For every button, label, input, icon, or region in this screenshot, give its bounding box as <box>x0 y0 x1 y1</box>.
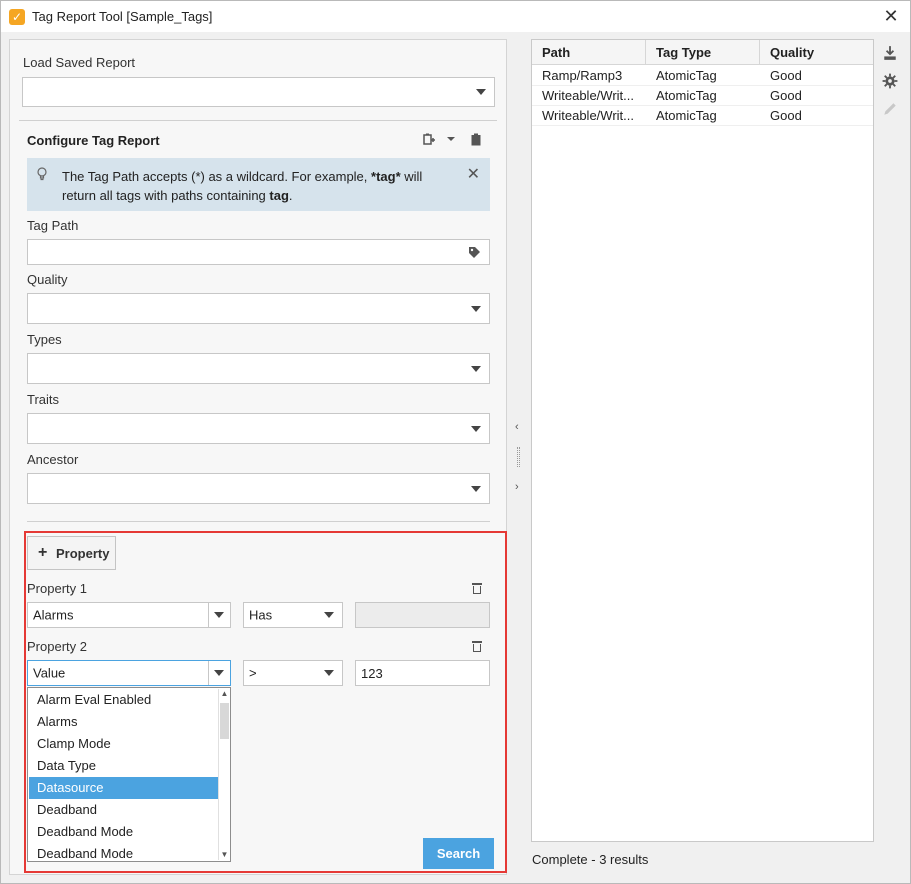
config-panel: Load Saved Report Configure Tag Report T… <box>9 39 507 875</box>
chevron-down-icon <box>471 425 481 432</box>
divider <box>19 120 497 121</box>
side-toolbar <box>878 39 902 129</box>
clipboard-icon[interactable] <box>471 133 481 146</box>
cell-quality: Good <box>770 68 802 83</box>
search-button[interactable]: Search <box>423 838 494 869</box>
tag-path-input[interactable] <box>27 239 490 265</box>
chevron-down-icon <box>214 670 224 676</box>
chevron-down-icon <box>471 305 481 312</box>
dropdown-option[interactable]: Deadband Mode <box>29 843 219 865</box>
cell-tag-type: AtomicTag <box>656 68 717 83</box>
divider <box>27 521 490 522</box>
paste-add-icon[interactable] <box>423 133 435 146</box>
trash-icon[interactable] <box>472 582 482 594</box>
splitter-grip[interactable] <box>517 447 520 467</box>
scroll-thumb[interactable] <box>220 703 229 739</box>
table-row[interactable]: Ramp/Ramp3 AtomicTag Good <box>532 66 873 86</box>
results-header: Path Tag Type Quality <box>532 40 873 65</box>
cell-tag-type: AtomicTag <box>656 88 717 103</box>
cell-path: Writeable/Writ... <box>542 88 634 103</box>
close-icon[interactable]: ✕ <box>880 5 902 27</box>
scroll-up-icon[interactable]: ▲ <box>220 689 229 699</box>
pencil-icon[interactable] <box>882 101 898 117</box>
title-bar: ✓ Tag Report Tool [Sample_Tags] ✕ <box>1 1 910 32</box>
results-table: Path Tag Type Quality Ramp/Ramp3 AtomicT… <box>531 39 874 842</box>
chevron-down-icon <box>471 365 481 372</box>
cell-quality: Good <box>770 88 802 103</box>
scroll-down-icon[interactable]: ▼ <box>220 850 229 860</box>
types-label: Types <box>27 332 62 347</box>
chevron-down-icon <box>471 485 481 492</box>
window-title: Tag Report Tool [Sample_Tags] <box>32 9 213 24</box>
chevron-down-icon <box>476 89 486 95</box>
property-1-operator-select[interactable]: Has <box>243 602 343 628</box>
ancestor-select[interactable] <box>27 473 490 504</box>
dropdown-button[interactable] <box>208 661 230 685</box>
load-saved-select[interactable] <box>22 77 495 107</box>
chevron-right-icon[interactable]: › <box>515 481 519 493</box>
property-2-label: Property 2 <box>27 639 87 654</box>
dropdown-scrollbar[interactable]: ▲ ▼ <box>218 689 229 860</box>
traits-label: Traits <box>27 392 60 407</box>
dropdown-option[interactable]: Deadband Mode <box>29 821 219 843</box>
close-icon[interactable]: ✕ <box>467 164 480 184</box>
configure-title: Configure Tag Report <box>27 133 160 148</box>
cell-path: Ramp/Ramp3 <box>542 68 623 83</box>
property-1-value-input[interactable] <box>355 602 490 628</box>
app-icon: ✓ <box>9 9 25 25</box>
property-1-name-select[interactable]: Alarms <box>27 602 231 628</box>
add-property-button[interactable]: + Property <box>27 536 116 570</box>
dropdown-button[interactable] <box>208 603 230 627</box>
dropdown-option-selected[interactable]: Datasource <box>29 777 219 799</box>
trash-icon[interactable] <box>472 640 482 652</box>
tag-report-window: ✓ Tag Report Tool [Sample_Tags] ✕ Load S… <box>0 0 911 884</box>
property-2-value-input[interactable]: 123 <box>355 660 490 686</box>
cell-path: Writeable/Writ... <box>542 108 634 123</box>
property-1-label: Property 1 <box>27 581 87 596</box>
info-text: The Tag Path accepts (*) as a wildcard. … <box>62 169 423 203</box>
tag-icon <box>469 247 480 258</box>
types-select[interactable] <box>27 353 490 384</box>
quality-label: Quality <box>27 272 68 287</box>
property-2-name-select[interactable]: Value <box>27 660 231 686</box>
cell-tag-type: AtomicTag <box>656 108 717 123</box>
traits-select[interactable] <box>27 413 490 444</box>
chevron-down-icon <box>214 612 224 618</box>
column-header-path[interactable]: Path <box>532 40 646 65</box>
chevron-left-icon[interactable]: ‹ <box>515 421 519 433</box>
chevron-down-icon <box>324 670 334 676</box>
status-text: Complete - 3 results <box>532 852 649 867</box>
dropdown-option[interactable]: Data Type <box>29 755 219 777</box>
property-dropdown-list: Alarm Eval Enabled Alarms Clamp Mode Dat… <box>27 687 231 862</box>
wildcard-info-box: The Tag Path accepts (*) as a wildcard. … <box>27 158 490 211</box>
dropdown-option[interactable]: Alarm Eval Enabled <box>29 689 219 711</box>
gear-icon[interactable] <box>882 73 898 89</box>
dropdown-option[interactable]: Clamp Mode <box>29 733 219 755</box>
chevron-down-icon[interactable] <box>447 137 455 142</box>
plus-icon: + <box>38 544 48 561</box>
column-header-quality[interactable]: Quality <box>760 40 873 65</box>
tag-path-label: Tag Path <box>27 218 79 233</box>
chevron-down-icon <box>324 612 334 618</box>
export-icon[interactable] <box>882 45 898 61</box>
lightbulb-icon <box>37 167 47 181</box>
quality-select[interactable] <box>27 293 490 324</box>
table-row[interactable]: Writeable/Writ... AtomicTag Good <box>532 106 873 126</box>
load-saved-label: Load Saved Report <box>23 55 136 70</box>
dropdown-option[interactable]: Deadband <box>29 799 219 821</box>
panel-splitter[interactable]: ‹ › <box>509 39 529 875</box>
property-2-operator-select[interactable]: > <box>243 660 343 686</box>
dropdown-option[interactable]: Alarms <box>29 711 219 733</box>
ancestor-label: Ancestor <box>27 452 79 467</box>
cell-quality: Good <box>770 108 802 123</box>
table-row[interactable]: Writeable/Writ... AtomicTag Good <box>532 86 873 106</box>
column-header-tag-type[interactable]: Tag Type <box>646 40 760 65</box>
